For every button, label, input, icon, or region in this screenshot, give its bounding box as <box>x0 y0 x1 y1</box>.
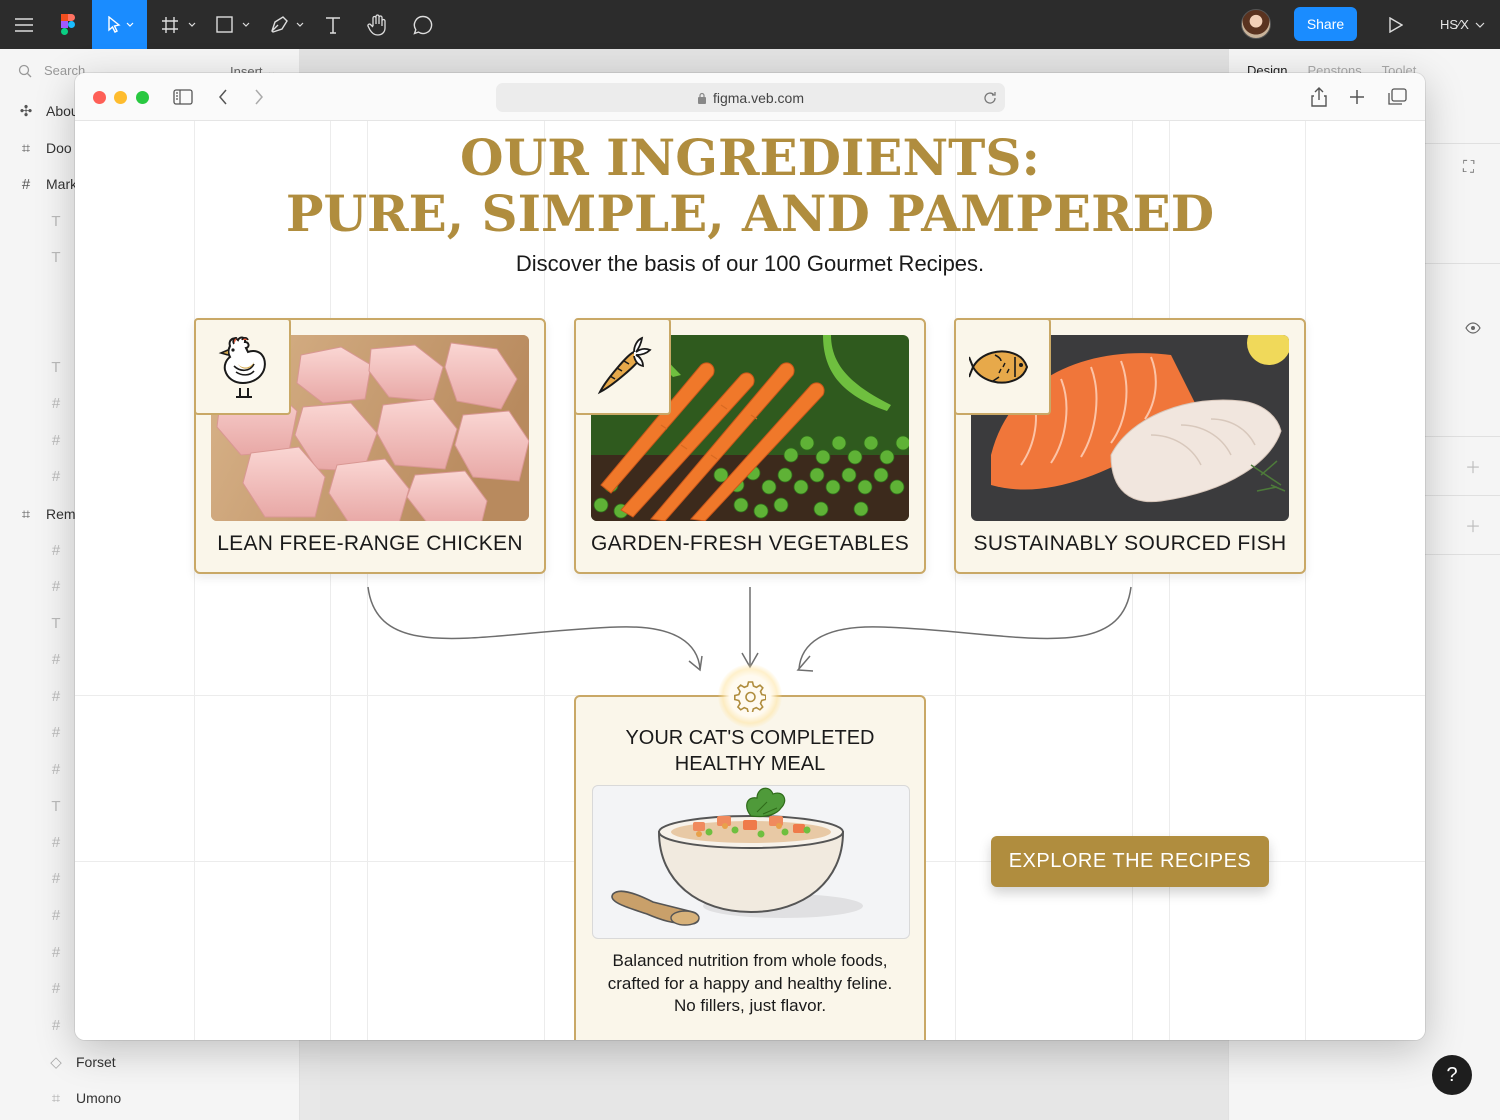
add-plus-icon[interactable]: ＋ <box>1465 454 1481 478</box>
comment-tool-icon[interactable] <box>408 0 438 49</box>
hash-layer-icon[interactable]: # <box>48 574 64 598</box>
explore-recipes-button[interactable]: EXPLORE THE RECIPES <box>991 836 1269 887</box>
hash-layer-icon[interactable]: # <box>48 538 64 562</box>
present-play-icon[interactable] <box>1383 0 1409 49</box>
result-card: YOUR CAT'S COMPLETED HEALTHY MEAL Balanc… <box>574 695 926 1040</box>
component-icon: ✣ <box>19 103 33 120</box>
text-layer-icon[interactable]: T <box>48 611 64 635</box>
chicken-icon <box>194 318 291 415</box>
forward-arrow-icon[interactable] <box>254 73 264 121</box>
text-layer-icon[interactable]: T <box>48 355 64 379</box>
maximize-window-button[interactable] <box>136 91 149 104</box>
layer-item-forset[interactable]: ◇ Forset <box>48 1050 115 1074</box>
hash-layer-icon[interactable]: # <box>48 391 64 415</box>
text-tool-icon[interactable] <box>318 0 348 49</box>
hash-layer-icon[interactable]: # <box>48 866 64 890</box>
hash-layer-icon[interactable]: # <box>48 720 64 744</box>
search-icon <box>18 64 32 77</box>
text-layer-icon[interactable]: T <box>48 209 64 233</box>
hash-layer-icon[interactable]: # <box>48 428 64 452</box>
hash-icon: # <box>21 175 31 193</box>
layer-item-umono[interactable]: ⌗ Umono <box>48 1086 121 1110</box>
move-tool-button[interactable] <box>92 0 147 49</box>
canvas[interactable] <box>320 1040 1278 1120</box>
hash-layer-icon[interactable]: # <box>48 757 64 781</box>
back-arrow-icon[interactable] <box>218 73 228 121</box>
canvas[interactable] <box>300 49 1228 73</box>
web-page: OUR INGREDIENTS: PURE, SIMPLE, AND PAMPE… <box>75 121 1425 1040</box>
hash-layer-icon[interactable]: # <box>48 1013 64 1037</box>
lock-icon <box>697 92 706 104</box>
fullscreen-icon[interactable]: ⛶ <box>1463 159 1474 177</box>
pen-tool-button[interactable] <box>266 0 308 49</box>
address-bar[interactable]: figma.veb.com <box>496 83 1005 112</box>
hash-layer-icon[interactable]: # <box>48 976 64 1000</box>
fish-icon <box>954 318 1051 415</box>
diamond-icon: ◇ <box>50 1054 62 1071</box>
meal-bowl-illustration <box>592 785 910 939</box>
result-description: Balanced nutrition from whole foods, cra… <box>607 951 893 1015</box>
frame-tool-button[interactable] <box>158 0 200 49</box>
minimize-window-button[interactable] <box>114 91 127 104</box>
user-avatar[interactable] <box>1241 9 1271 39</box>
zoom-dropdown[interactable]: HS⁄X <box>1440 0 1485 49</box>
chevron-down-icon <box>1475 22 1485 28</box>
share-button[interactable]: Share <box>1294 7 1357 41</box>
reload-icon[interactable] <box>983 91 997 105</box>
figma-logo-icon[interactable] <box>54 0 82 49</box>
result-title: YOUR CAT'S COMPLETED HEALTHY MEAL <box>625 727 875 775</box>
layer-item-mark[interactable]: # Mark <box>18 172 77 196</box>
carrot-icon <box>574 318 671 415</box>
hash-layer-icon[interactable]: # <box>48 940 64 964</box>
url-text: figma.veb.com <box>712 89 805 106</box>
share-icon[interactable] <box>1311 73 1327 121</box>
hash-layer-icon[interactable]: # <box>48 903 64 927</box>
frame-icon: ⌗ <box>21 139 31 157</box>
browser-chrome: figma.veb.com <box>75 73 1425 121</box>
browser-window: figma.veb.com OUR INGREDIENTS: PURE, SIM… <box>75 73 1425 1040</box>
hash-layer-icon[interactable]: # <box>48 684 64 708</box>
shape-tool-button[interactable] <box>212 0 254 49</box>
text-layer-icon[interactable]: T <box>48 794 64 818</box>
main-menu-icon[interactable] <box>8 0 40 49</box>
hash-layer-icon[interactable]: # <box>48 830 64 854</box>
gear-icon <box>718 664 782 728</box>
hash-layer-icon[interactable]: # <box>48 464 64 488</box>
tab-overview-icon[interactable] <box>1387 73 1407 121</box>
close-window-button[interactable] <box>93 91 106 104</box>
hand-tool-icon[interactable] <box>362 0 392 49</box>
sidebar-toggle-icon[interactable] <box>173 73 193 121</box>
crop-frame-icon: ⌗ <box>21 505 31 523</box>
figma-toolbar: Share HS⁄X <box>0 0 1500 49</box>
zoom-label: HS⁄X <box>1440 17 1469 32</box>
layer-item-about[interactable]: ✣ Abou <box>18 99 79 123</box>
new-tab-plus-icon[interactable] <box>1349 73 1365 121</box>
add-plus-icon[interactable]: ＋ <box>1465 513 1481 537</box>
help-button[interactable]: ? <box>1432 1055 1472 1095</box>
eye-icon[interactable] <box>1465 321 1481 339</box>
frame-icon: ⌗ <box>51 1089 61 1107</box>
text-layer-icon[interactable]: T <box>48 245 64 269</box>
hash-layer-icon[interactable]: # <box>48 647 64 671</box>
layer-item-doo[interactable]: ⌗ Doo <box>18 136 72 160</box>
layer-item-rem[interactable]: ⌗ Rem <box>18 502 76 526</box>
